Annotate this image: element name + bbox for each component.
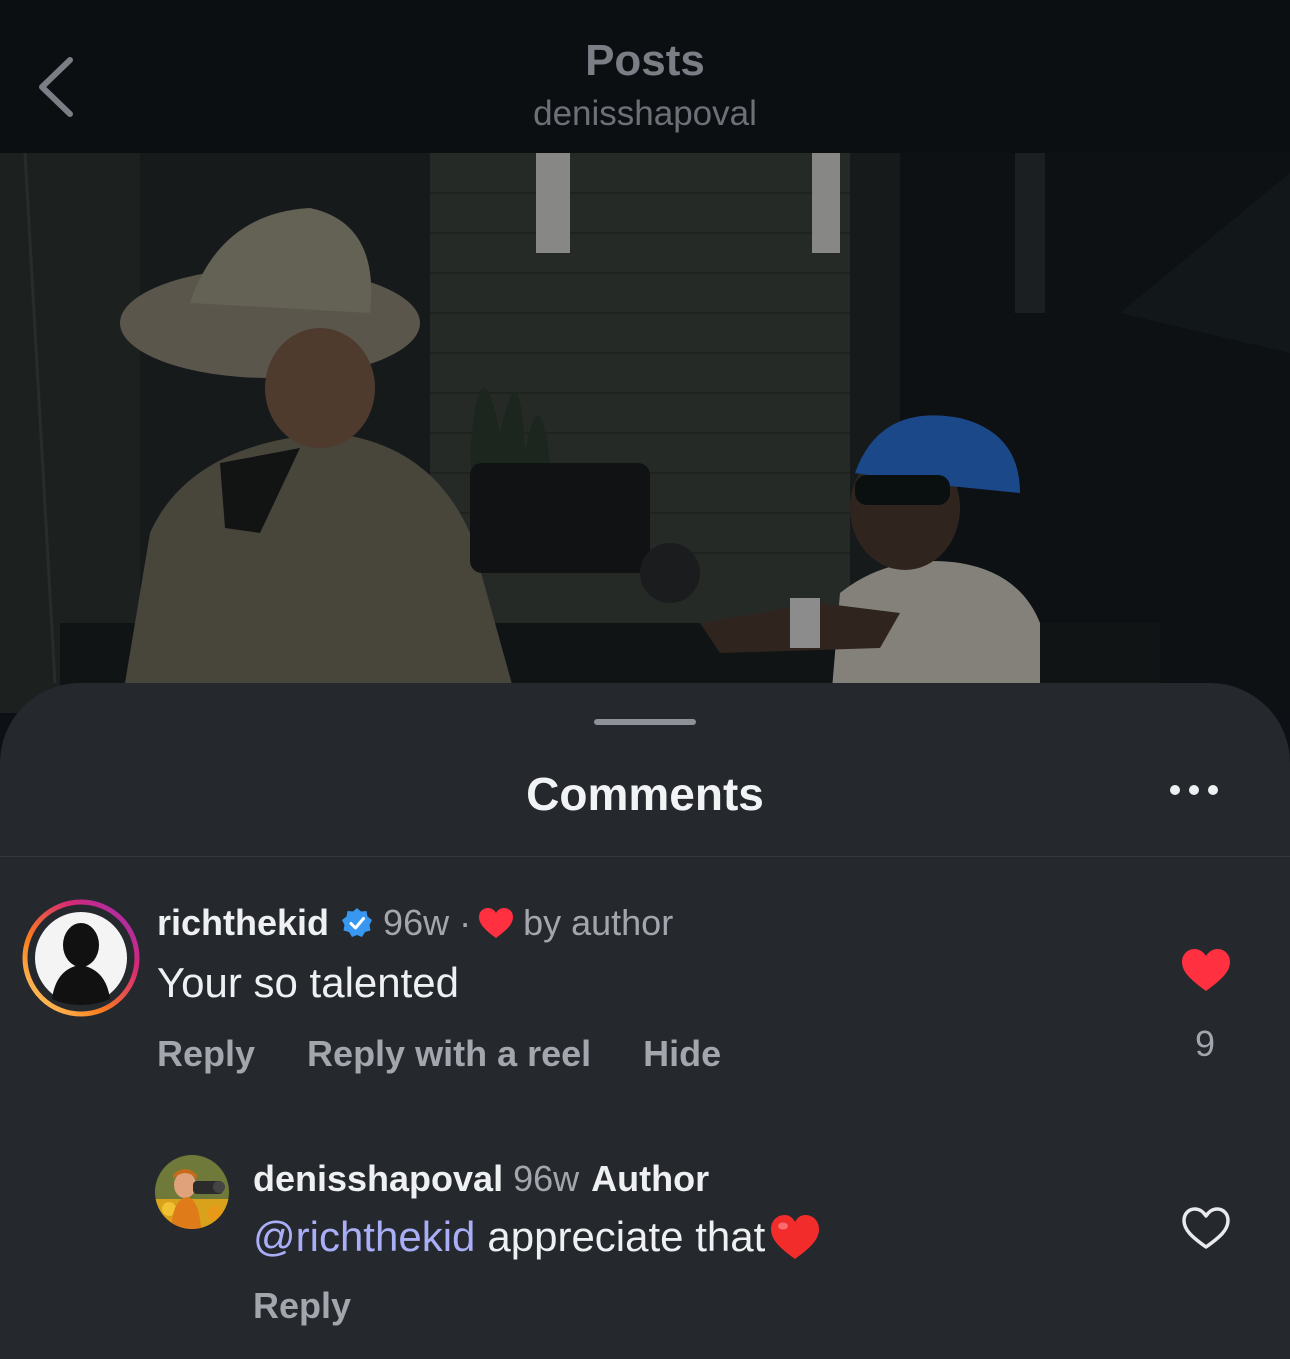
like-heart-outline-icon[interactable] bbox=[1180, 1205, 1232, 1251]
reply-username[interactable]: denisshapoval bbox=[253, 1158, 503, 1200]
liked-by-author-label: by author bbox=[523, 902, 674, 943]
sheet-drag-handle[interactable] bbox=[594, 719, 696, 725]
comments-title: Comments bbox=[526, 768, 764, 820]
red-heart-emoji-icon bbox=[771, 1215, 820, 1259]
header-divider bbox=[0, 856, 1290, 857]
page-title: Posts bbox=[585, 36, 705, 85]
mention-link[interactable]: @richthekid bbox=[253, 1213, 475, 1261]
reply-button[interactable]: Reply bbox=[157, 1033, 255, 1075]
comment-age: 96w bbox=[383, 902, 450, 943]
author-badge: Author bbox=[591, 1158, 710, 1199]
like-count: 9 bbox=[1194, 1023, 1216, 1064]
comment-text: Your so talented bbox=[157, 959, 460, 1006]
reply-text: appreciate that bbox=[487, 1213, 766, 1260]
comment-header: richthekid 96w · by author bbox=[157, 901, 673, 945]
reply-header: denisshapoval 96w Author bbox=[253, 1157, 709, 1201]
comment-actions: Reply Reply with a reel Hide bbox=[157, 1033, 773, 1075]
like-heart-filled-icon[interactable] bbox=[1180, 947, 1232, 993]
more-options-icon[interactable] bbox=[1166, 780, 1222, 800]
page-subtitle-username[interactable]: denisshapoval bbox=[0, 94, 1290, 134]
reply-age: 96w bbox=[513, 1158, 580, 1199]
top-bar: Posts denisshapoval bbox=[0, 0, 1290, 153]
commenter-avatar[interactable] bbox=[22, 899, 140, 1017]
reply-with-reel-button[interactable]: Reply with a reel bbox=[307, 1033, 591, 1075]
author-avatar[interactable] bbox=[155, 1155, 229, 1229]
comment-username[interactable]: richthekid bbox=[157, 902, 329, 944]
hide-button[interactable]: Hide bbox=[643, 1033, 721, 1075]
comments-sheet: Comments richthekid 96w · by author Your… bbox=[0, 683, 1290, 1359]
post-image[interactable] bbox=[0, 153, 1290, 713]
reply-text-row: @richthekid appreciate that bbox=[253, 1213, 821, 1261]
meta-separator: · bbox=[459, 902, 472, 943]
verified-badge-icon bbox=[342, 908, 373, 937]
reply-button-2[interactable]: Reply bbox=[253, 1285, 351, 1327]
heart-icon bbox=[479, 908, 514, 938]
